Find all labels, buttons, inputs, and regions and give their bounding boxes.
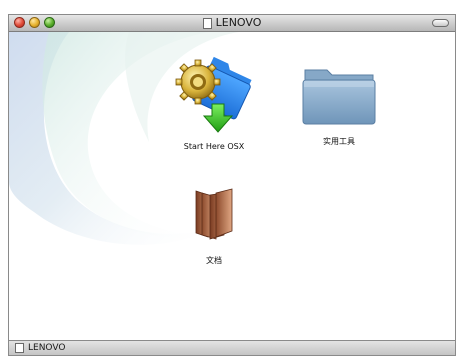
- utilities-folder-label: 实用工具: [323, 137, 355, 146]
- toolbar-toggle-button[interactable]: [432, 19, 449, 27]
- window-title-text: LENOVO: [215, 16, 262, 29]
- disk-icon: [202, 17, 212, 29]
- status-bar: LENOVO: [9, 340, 455, 355]
- finder-window: LENOVO Start Here OSX 实用工具 文档 LENOVO: [8, 14, 456, 356]
- window-title: LENOVO: [9, 16, 455, 30]
- disk-icon: [15, 343, 24, 353]
- start-here-osx-label: Start Here OSX: [183, 142, 245, 151]
- books-icon: [195, 188, 233, 240]
- installer-folder-icon: [175, 56, 252, 133]
- documents-item[interactable]: 文档: [179, 187, 249, 266]
- title-bar[interactable]: LENOVO: [9, 15, 455, 32]
- utilities-folder-item[interactable]: 实用工具: [299, 64, 379, 147]
- path-label: LENOVO: [28, 343, 66, 353]
- documents-label: 文档: [206, 256, 222, 265]
- folder-icon: [302, 69, 376, 125]
- start-here-osx-item[interactable]: Start Here OSX: [159, 52, 269, 151]
- window-content: Start Here OSX 实用工具 文档: [9, 32, 455, 340]
